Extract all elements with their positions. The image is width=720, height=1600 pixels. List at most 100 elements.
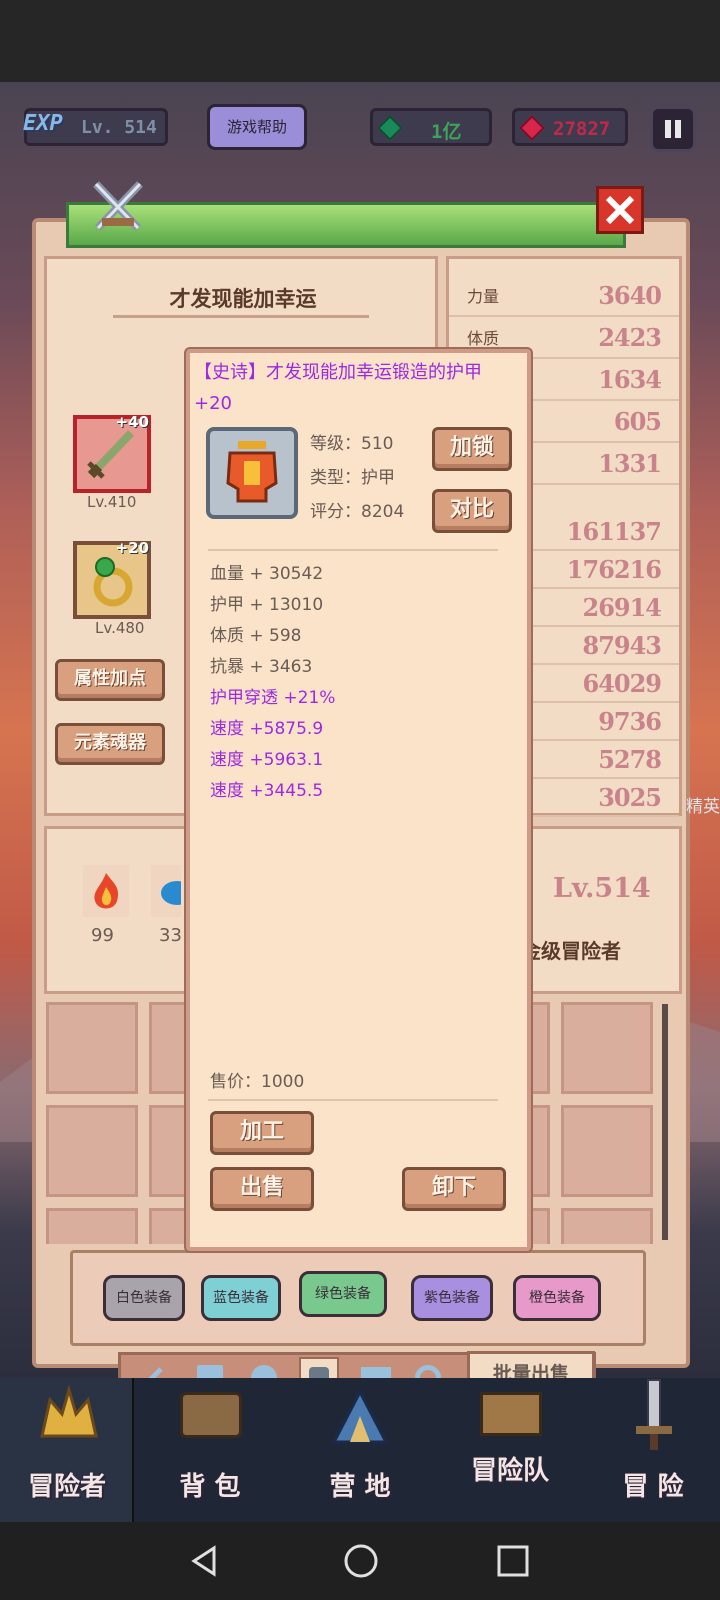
attribute-line: 速度 +3445.5	[210, 781, 324, 801]
nav-tab-team[interactable]: 冒险队	[440, 1378, 580, 1522]
attribute-line: 体质 + 598	[210, 626, 302, 646]
inventory-slot[interactable]	[46, 1208, 138, 1244]
weapon-bonus: +40	[115, 413, 149, 431]
stat-value: 9736	[598, 706, 662, 736]
help-button[interactable]: 游戏帮助	[207, 104, 307, 150]
rank-title: 金级冒险者	[521, 939, 621, 963]
sale-price: 售价：1000	[210, 1072, 305, 1092]
ruby-count: 27827	[553, 118, 611, 140]
attribute-line: 血量 + 30542	[210, 564, 324, 584]
level-display: EXP Lv. 514	[23, 108, 168, 146]
attribute-line: 护甲穿透 +21%	[210, 688, 336, 708]
ring-level: Lv.480	[95, 619, 145, 637]
lock-button[interactable]: 加锁	[432, 427, 512, 471]
attribute-points-button[interactable]: 属性加点	[55, 659, 165, 701]
armor-chest-icon	[226, 441, 278, 503]
stat-value: 1331	[598, 448, 662, 478]
filter-chip[interactable]: 绿色装备	[299, 1271, 387, 1317]
sell-button[interactable]: 出售	[210, 1167, 314, 1211]
nav-tab-backpack[interactable]: 背 包	[140, 1378, 280, 1522]
unequip-button[interactable]: 卸下	[402, 1167, 506, 1211]
filter-chip[interactable]: 橙色装备	[513, 1275, 601, 1321]
gem-count: 1亿	[431, 121, 462, 143]
water-count: 33	[159, 925, 182, 946]
inventory-slot[interactable]	[46, 1105, 138, 1197]
nav-tab-adventure[interactable]: 冒 险	[586, 1378, 720, 1522]
emerald-icon	[377, 115, 403, 141]
gem-currency: 1亿	[370, 108, 492, 146]
fire-icon	[94, 873, 119, 909]
pause-button[interactable]	[650, 106, 696, 152]
status-bar	[0, 0, 720, 82]
ruby-icon	[519, 115, 545, 141]
inventory-slot[interactable]	[561, 1208, 653, 1244]
item-level: 等级：510	[310, 434, 394, 454]
attribute-list: 血量 + 30542 护甲 + 13010 体质 + 598 抗暴 + 3463 护甲穿…	[210, 559, 510, 807]
inventory-scrollbar[interactable]	[662, 1004, 668, 1240]
fire-count: 99	[91, 925, 114, 946]
team-banner-icon	[480, 1392, 542, 1436]
recents-icon[interactable]	[496, 1544, 530, 1578]
nav-label-camp: 营 地	[329, 1472, 391, 1502]
process-button[interactable]: 加工	[210, 1111, 314, 1155]
crossed-swords-icon	[93, 181, 143, 231]
stat-value: 176216	[566, 554, 662, 584]
stat-value: 161137	[566, 516, 662, 546]
system-nav-bar	[0, 1522, 720, 1600]
nav-label-backpack: 背 包	[179, 1472, 241, 1502]
nav-label-adventurer: 冒险者	[27, 1472, 106, 1502]
back-icon[interactable]	[188, 1544, 222, 1578]
side-label-clip: 精英	[686, 797, 720, 817]
filter-chip[interactable]: 紫色装备	[411, 1275, 493, 1321]
water-icon	[161, 881, 181, 905]
stat-value: 3640	[598, 280, 662, 310]
stat-value: 1634	[598, 364, 662, 394]
stat-value: 3025	[598, 782, 662, 812]
weapon-slot[interactable]: +40	[73, 413, 151, 493]
stat-value: 605	[613, 406, 662, 436]
water-element-slot[interactable]	[151, 865, 181, 917]
attribute-line: 速度 +5875.9	[210, 719, 324, 739]
inventory-slot[interactable]	[561, 1002, 653, 1094]
item-type: 类型：护甲	[310, 468, 395, 488]
nav-tab-adventurer[interactable]: 冒险者	[0, 1378, 134, 1522]
pause-icon	[665, 120, 671, 138]
stat-label: 力量	[467, 287, 500, 306]
item-detail-popup: 【史诗】才发现能加幸运锻造的护甲 +20 等级：510 类型：护甲 评分：820…	[186, 349, 531, 1251]
compare-button[interactable]: 对比	[432, 489, 512, 533]
player-level: Lv. 514	[81, 117, 157, 138]
home-icon[interactable]	[342, 1542, 380, 1580]
nav-tab-camp[interactable]: 营 地	[290, 1378, 430, 1522]
item-title: 【史诗】才发现能加幸运锻造的护甲 +20	[194, 362, 482, 414]
stat-value: 64029	[582, 668, 662, 698]
attribute-line: 抗暴 + 3463	[210, 657, 313, 677]
inventory-slot[interactable]	[46, 1002, 138, 1094]
ring-slot[interactable]: +20	[73, 539, 151, 619]
filter-chip[interactable]: 白色装备	[103, 1275, 185, 1321]
character-level-big: Lv.514	[553, 873, 651, 904]
divider	[208, 549, 498, 551]
stat-value: 2423	[598, 322, 662, 352]
attribute-line: 护甲 + 13010	[210, 595, 324, 615]
close-icon	[605, 195, 635, 225]
stat-row: 力量 3640	[449, 275, 679, 317]
element-soul-button[interactable]: 元素魂器	[55, 723, 165, 765]
panel-header-bar	[66, 202, 626, 248]
exp-badge: EXP	[23, 111, 63, 136]
stat-value: 5278	[598, 744, 662, 774]
inventory-slot[interactable]	[561, 1105, 653, 1197]
filter-chip[interactable]: 蓝色装备	[201, 1275, 281, 1321]
character-name: 才发现能加幸运	[169, 287, 317, 311]
fire-element-slot[interactable]	[83, 865, 129, 917]
ruby-currency: 27827	[512, 108, 628, 146]
close-button[interactable]	[596, 186, 644, 234]
item-icon-frame	[206, 427, 298, 519]
ring-bonus: +20	[115, 539, 149, 557]
stat-label: 体质	[467, 329, 500, 348]
nav-label-team: 冒险队	[470, 1456, 549, 1486]
crown-helmet-icon	[40, 1384, 98, 1438]
weapon-level: Lv.410	[87, 493, 137, 511]
sword-nav-icon	[636, 1379, 672, 1450]
filter-bar: 白色装备 蓝色装备 绿色装备 紫色装备 橙色装备	[70, 1250, 646, 1346]
item-score: 评分：8204	[310, 502, 405, 522]
